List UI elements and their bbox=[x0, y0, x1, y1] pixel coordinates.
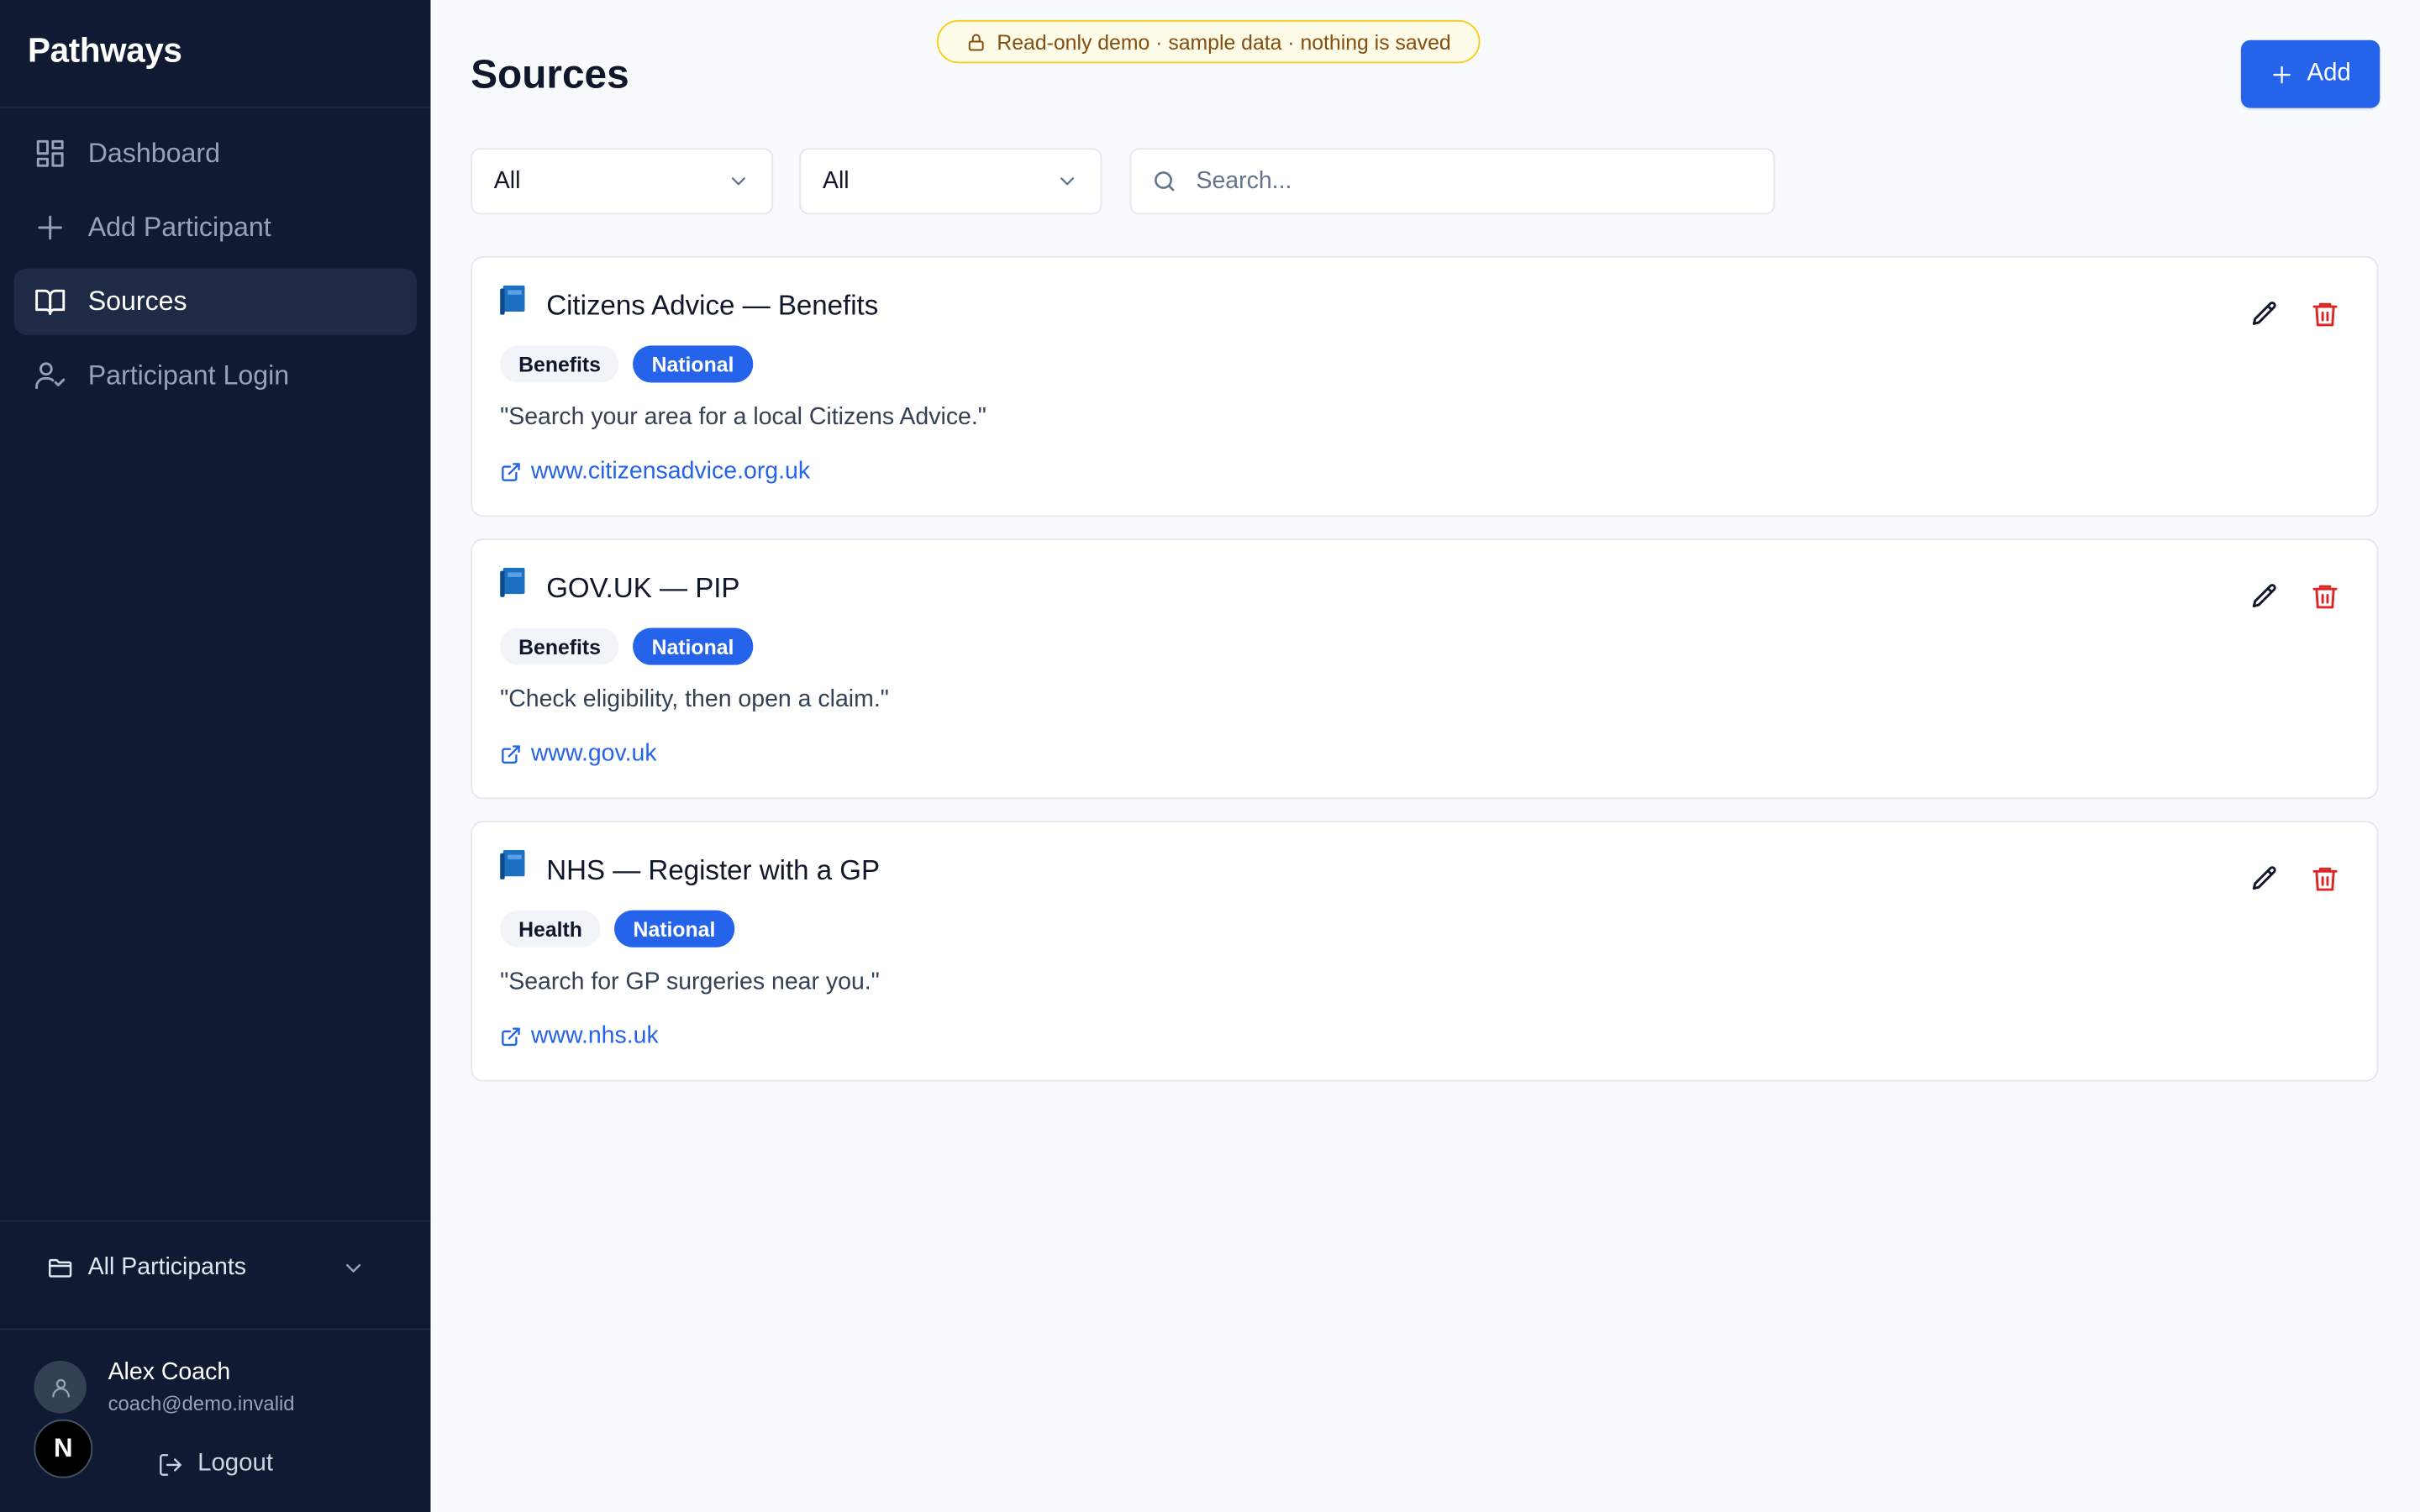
sidebar-item-participant-login[interactable]: Participant Login bbox=[14, 343, 417, 409]
edit-button[interactable] bbox=[2245, 577, 2282, 614]
delete-button[interactable] bbox=[2306, 577, 2343, 614]
plus-icon bbox=[38, 215, 62, 240]
source-card: NHS — Register with a GP Health National… bbox=[471, 821, 2379, 1082]
select-value: All bbox=[822, 167, 850, 194]
brand-logo: Pathways bbox=[28, 30, 182, 70]
source-card: Citizens Advice — Benefits Benefits Nati… bbox=[471, 255, 2379, 517]
scope-badge: National bbox=[633, 345, 753, 383]
page-title: Sources bbox=[471, 50, 629, 97]
sidebar-item-label: Add Participant bbox=[87, 211, 271, 243]
page: Pathways Dashboard Add Participant Sourc… bbox=[0, 0, 2420, 1512]
sidebar-divider bbox=[0, 1328, 431, 1331]
scope-badge: National bbox=[614, 910, 734, 948]
source-url: www.citizensadvice.org.uk bbox=[530, 458, 811, 485]
sidebar-item-label: Dashboard bbox=[87, 137, 220, 169]
source-card: GOV.UK — PIP Benefits National "Check el… bbox=[471, 538, 2379, 800]
search-input[interactable] bbox=[1192, 165, 1755, 197]
blue-book-icon bbox=[500, 567, 525, 597]
source-link[interactable]: www.nhs.uk bbox=[500, 1023, 659, 1051]
sidebar-item-label: Participant Login bbox=[87, 359, 290, 391]
edit-button[interactable] bbox=[2245, 859, 2282, 896]
category-badge: Benefits bbox=[500, 345, 620, 383]
source-title: NHS — Register with a GP bbox=[500, 850, 881, 888]
avatar[interactable] bbox=[34, 1360, 87, 1414]
chevron-down-icon bbox=[1060, 177, 1075, 186]
sidebar-item-label: Sources bbox=[87, 285, 187, 317]
sidebar-item-add-participant[interactable]: Add Participant bbox=[14, 194, 417, 260]
sidebar-divider bbox=[0, 1220, 431, 1222]
sidebar-divider bbox=[0, 106, 431, 108]
project-label: All Participants bbox=[87, 1254, 246, 1281]
tag-list: Health National bbox=[500, 910, 748, 948]
sidebar-nav: Dashboard Add Participant Sources Partic… bbox=[13, 120, 417, 417]
blue-book-icon bbox=[500, 850, 525, 879]
user-icon bbox=[51, 1378, 69, 1397]
source-link[interactable]: www.gov.uk bbox=[500, 741, 657, 769]
search-box bbox=[1129, 148, 1776, 215]
folder-icon bbox=[48, 1258, 72, 1278]
trash-icon bbox=[2312, 584, 2337, 608]
user-check-icon bbox=[35, 362, 66, 390]
logout-label: Logout bbox=[197, 1450, 273, 1477]
lock-icon bbox=[968, 33, 984, 50]
tag-list: Benefits National bbox=[500, 345, 766, 383]
delete-button[interactable] bbox=[2306, 859, 2343, 896]
logout-icon bbox=[160, 1453, 182, 1475]
sidebar: Pathways Dashboard Add Participant Sourc… bbox=[0, 0, 431, 1512]
category-badge: Health bbox=[500, 910, 601, 948]
project-switcher[interactable]: All Participants bbox=[46, 1247, 386, 1289]
pencil-icon bbox=[2251, 301, 2275, 324]
source-description: "Search for GP surgeries near you." bbox=[500, 969, 880, 995]
readonly-banner: Read-only demo · sample data · nothing i… bbox=[936, 19, 1481, 64]
main-content: Read-only demo · sample data · nothing i… bbox=[430, 0, 2420, 1512]
external-link-icon bbox=[502, 745, 520, 764]
category-filter-select[interactable]: All bbox=[471, 148, 774, 215]
source-title-text: Citizens Advice — Benefits bbox=[546, 290, 879, 322]
trash-icon bbox=[2312, 867, 2337, 890]
dashboard-icon bbox=[36, 139, 64, 167]
logout-button[interactable]: Logout bbox=[157, 1451, 273, 1478]
external-link-icon bbox=[502, 463, 520, 481]
scope-filter-select[interactable]: All bbox=[799, 148, 1102, 215]
source-title: GOV.UK — PIP bbox=[500, 567, 740, 605]
source-link[interactable]: www.citizensadvice.org.uk bbox=[500, 459, 810, 486]
sidebar-item-sources[interactable]: Sources bbox=[13, 268, 417, 335]
sidebar-item-dashboard[interactable]: Dashboard bbox=[14, 120, 417, 186]
user-name: Alex Coach bbox=[108, 1359, 231, 1386]
chevron-down-icon bbox=[731, 177, 745, 186]
user-email: coach@demo.invalid bbox=[108, 1391, 295, 1415]
delete-button[interactable] bbox=[2306, 295, 2343, 332]
source-description: "Search your area for a local Citizens A… bbox=[500, 404, 986, 431]
plus-icon bbox=[2272, 65, 2291, 83]
pencil-icon bbox=[2251, 583, 2275, 607]
external-link-icon bbox=[502, 1027, 520, 1047]
banner-text: Read-only demo · sample data · nothing i… bbox=[997, 29, 1451, 54]
source-url: www.gov.uk bbox=[530, 740, 657, 767]
tag-list: Benefits National bbox=[500, 627, 766, 665]
add-button[interactable]: Add bbox=[2240, 39, 2381, 108]
source-title-text: GOV.UK — PIP bbox=[546, 572, 740, 604]
source-title: Citizens Advice — Benefits bbox=[500, 285, 879, 323]
chevron-down-icon bbox=[346, 1263, 361, 1273]
edit-button[interactable] bbox=[2245, 295, 2282, 332]
select-value: All bbox=[493, 167, 521, 194]
source-url: www.nhs.uk bbox=[530, 1022, 659, 1049]
scope-badge: National bbox=[633, 627, 753, 665]
source-title-text: NHS — Register with a GP bbox=[546, 854, 881, 886]
pencil-icon bbox=[2251, 865, 2275, 890]
search-icon bbox=[1155, 171, 1175, 192]
trash-icon bbox=[2312, 302, 2337, 326]
add-button-label: Add bbox=[2307, 60, 2351, 87]
category-badge: Benefits bbox=[500, 627, 620, 665]
book-open-icon bbox=[35, 289, 66, 315]
dev-badge[interactable]: N bbox=[34, 1419, 93, 1478]
source-description: "Check eligibility, then open a claim." bbox=[500, 686, 889, 713]
blue-book-icon bbox=[500, 285, 525, 315]
